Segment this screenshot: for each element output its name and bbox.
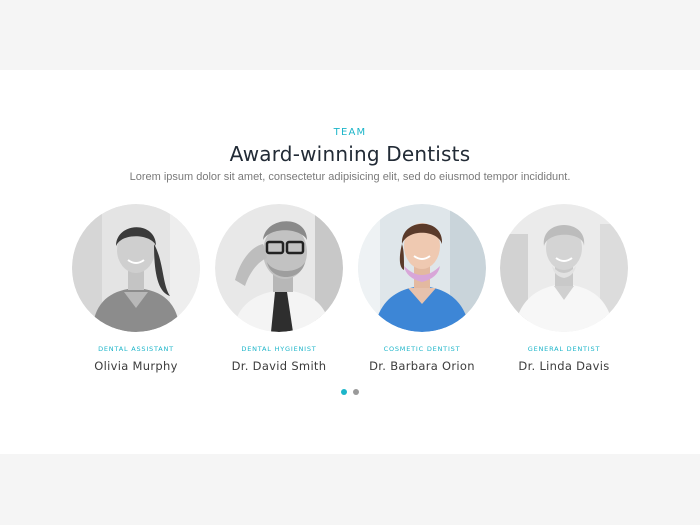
member-role: Dental Hygienist — [241, 345, 317, 353]
team-member-linda[interactable]: General Dentist Dr. Linda Davis — [494, 204, 634, 373]
member-name[interactable]: Dr. Linda Davis — [494, 359, 634, 373]
member-role: Dental Assistant — [98, 345, 174, 353]
member-name[interactable]: Dr. Barbara Orion — [352, 359, 492, 373]
avatar-olivia-murphy[interactable] — [72, 204, 200, 332]
carousel-dot-1[interactable] — [341, 389, 347, 395]
carousel-dot-2[interactable] — [353, 389, 359, 395]
page-bottom-band — [0, 454, 700, 525]
avatar-barbara-orion[interactable] — [358, 204, 486, 332]
carousel-pagination — [0, 389, 700, 395]
member-name[interactable]: Olivia Murphy — [66, 359, 206, 373]
member-role: Cosmetic Dentist — [383, 345, 461, 353]
section-subtitle: Lorem ipsum dolor sit amet, consectetur … — [129, 171, 571, 183]
member-role: General Dentist — [527, 345, 601, 353]
page-top-band — [0, 0, 700, 70]
team-member-david[interactable]: Dental Hygienist Dr. David Smith — [209, 204, 349, 373]
member-name[interactable]: Dr. David Smith — [209, 359, 349, 373]
section-eyebrow: TEAM — [333, 127, 367, 138]
section-title: Award-winning Dentists — [229, 142, 471, 166]
avatar-linda-davis[interactable] — [500, 204, 628, 332]
team-member-barbara[interactable]: Cosmetic Dentist Dr. Barbara Orion — [352, 204, 492, 373]
team-member-olivia[interactable]: Dental Assistant Olivia Murphy — [66, 204, 206, 373]
avatar-david-smith[interactable] — [215, 204, 343, 332]
team-section: TEAM Award-winning Dentists Lorem ipsum … — [0, 70, 700, 454]
